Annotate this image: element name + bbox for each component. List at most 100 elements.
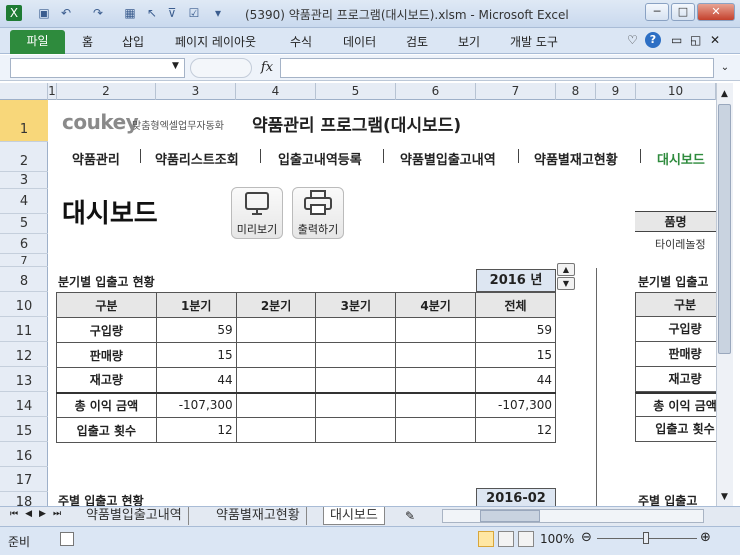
cell-value[interactable]	[395, 342, 477, 368]
cell-value[interactable]	[235, 342, 317, 368]
tab-formulas[interactable]: 수식	[290, 33, 312, 50]
row-header[interactable]: 14	[0, 392, 48, 417]
cell-value[interactable]	[235, 317, 317, 343]
row-header[interactable]: 6	[0, 234, 48, 254]
column-header[interactable]: 8	[556, 83, 596, 100]
nav-medicine-management[interactable]: 약품관리	[72, 149, 120, 168]
tab-developer[interactable]: 개발 도구	[510, 33, 558, 50]
name-box-dropdown-icon[interactable]: ▼	[172, 61, 179, 71]
cell-value[interactable]	[395, 392, 477, 418]
year-field[interactable]: 2016 년	[476, 269, 556, 292]
tab-review[interactable]: 검토	[406, 33, 428, 50]
sheet-nav-icons[interactable]: ⏮◀▶⏭	[10, 509, 68, 519]
cell-value[interactable]: 15	[155, 342, 237, 368]
week-period-field[interactable]: 2016-02	[476, 488, 556, 506]
macro-record-icon[interactable]	[60, 532, 74, 546]
tab-page-layout[interactable]: 페이지 레이아웃	[175, 33, 256, 50]
scroll-up-icon[interactable]: ▲	[718, 88, 731, 101]
preview-button[interactable]: 미리보기	[231, 187, 283, 239]
undo-icon[interactable]: ↶	[58, 5, 74, 21]
filter-icon[interactable]: ⊽	[164, 5, 180, 21]
cell-value[interactable]	[235, 392, 317, 418]
cell-value[interactable]	[315, 342, 397, 368]
row-header[interactable]: 1	[0, 100, 48, 142]
cell-value[interactable]	[395, 417, 477, 443]
print-button[interactable]: 출력하기	[292, 187, 344, 239]
row-header[interactable]: 2	[0, 142, 48, 172]
page-layout-view-icon[interactable]	[498, 531, 514, 547]
insert-function-button[interactable]: fx	[258, 58, 276, 78]
zoom-in-icon[interactable]: ⊕	[700, 530, 711, 545]
cell-value[interactable]	[235, 417, 317, 443]
row-header[interactable]: 17	[0, 467, 48, 492]
row-header[interactable]: 5	[0, 214, 48, 234]
nav-inout-register[interactable]: 입출고내역등록	[278, 149, 362, 168]
ribbon-close-icon[interactable]: ✕	[710, 33, 720, 47]
hscroll-thumb[interactable]	[480, 510, 540, 522]
expand-formula-bar-icon[interactable]: ⌄	[717, 58, 733, 78]
zoom-out-icon[interactable]: ⊖	[581, 530, 592, 545]
checklist-icon[interactable]: ☑	[186, 5, 202, 21]
save-icon[interactable]: ▣	[36, 5, 52, 21]
row-header[interactable]: 8	[0, 267, 48, 292]
year-up-button[interactable]: ▲	[557, 263, 575, 276]
year-down-button[interactable]: ▼	[557, 277, 575, 290]
tab-insert[interactable]: 삽입	[122, 33, 144, 50]
ribbon-minimize-icon[interactable]: ▭	[671, 33, 682, 47]
collapse-ribbon-icon[interactable]: ♡	[627, 33, 638, 47]
minimize-button[interactable]: ─	[645, 3, 669, 21]
scroll-down-icon[interactable]: ▼	[718, 491, 731, 504]
column-header[interactable]: 2	[57, 83, 156, 100]
redo-icon[interactable]: ↷	[90, 5, 106, 21]
row-header[interactable]: 7	[0, 254, 48, 267]
cell-value[interactable]: -107,300	[155, 392, 237, 418]
cell-value[interactable]	[315, 317, 397, 343]
column-header[interactable]: 9	[596, 83, 636, 100]
nav-stock-status[interactable]: 약품별재고현황	[534, 149, 618, 168]
zoom-level[interactable]: 100%	[540, 532, 574, 546]
cell-value[interactable]: 12	[155, 417, 237, 443]
sheet-tab-dashboard[interactable]: 대시보드	[323, 507, 385, 525]
name-box[interactable]	[10, 58, 185, 78]
nav-medicine-list[interactable]: 약품리스트조회	[155, 149, 239, 168]
column-header[interactable]: 5	[316, 83, 396, 100]
nav-inout-history[interactable]: 약품별입출고내역	[400, 149, 496, 168]
help-icon[interactable]: ?	[645, 32, 661, 48]
formula-expand-handle[interactable]	[190, 58, 252, 78]
tab-file[interactable]: 파일	[10, 30, 65, 54]
normal-view-icon[interactable]	[478, 531, 494, 547]
sheet-tab-stock-status[interactable]: 약품별재고현황	[210, 507, 307, 525]
cell-value[interactable]	[315, 417, 397, 443]
cell-value[interactable]: 44	[155, 367, 237, 393]
page-break-view-icon[interactable]	[518, 531, 534, 547]
cell-value[interactable]: 15	[475, 342, 556, 368]
column-header[interactable]: 10	[636, 83, 716, 100]
formula-input[interactable]	[280, 58, 714, 78]
nav-dashboard[interactable]: 대시보드	[657, 149, 705, 168]
zoom-slider-thumb[interactable]	[643, 532, 649, 544]
cursor-icon[interactable]: ↖	[144, 5, 160, 21]
row-header[interactable]: 11	[0, 317, 48, 342]
cell-value[interactable]	[315, 367, 397, 393]
customize-toolbar-icon[interactable]: ▾	[210, 5, 226, 21]
product-value[interactable]: 타이레놀정	[655, 236, 716, 252]
row-header[interactable]: 4	[0, 189, 48, 214]
scroll-thumb[interactable]	[718, 104, 731, 354]
ribbon-restore-icon[interactable]: ◱	[690, 33, 701, 47]
cell-value[interactable]: -107,300	[475, 392, 556, 418]
new-sheet-icon[interactable]: ✎	[405, 509, 415, 523]
select-all-corner[interactable]	[0, 83, 48, 100]
tab-home[interactable]: 홈	[82, 33, 93, 50]
tab-view[interactable]: 보기	[458, 33, 480, 50]
cell-value[interactable]: 12	[475, 417, 556, 443]
row-header[interactable]: 15	[0, 417, 48, 442]
column-header[interactable]: 4	[236, 83, 316, 100]
cell-value[interactable]	[315, 392, 397, 418]
cell-value[interactable]	[395, 367, 477, 393]
column-header[interactable]: 6	[396, 83, 476, 100]
cell-value[interactable]	[235, 367, 317, 393]
column-header[interactable]: 1	[48, 83, 57, 100]
row-header[interactable]: 18	[0, 492, 48, 510]
column-header[interactable]: 7	[476, 83, 556, 100]
row-header[interactable]: 12	[0, 342, 48, 367]
